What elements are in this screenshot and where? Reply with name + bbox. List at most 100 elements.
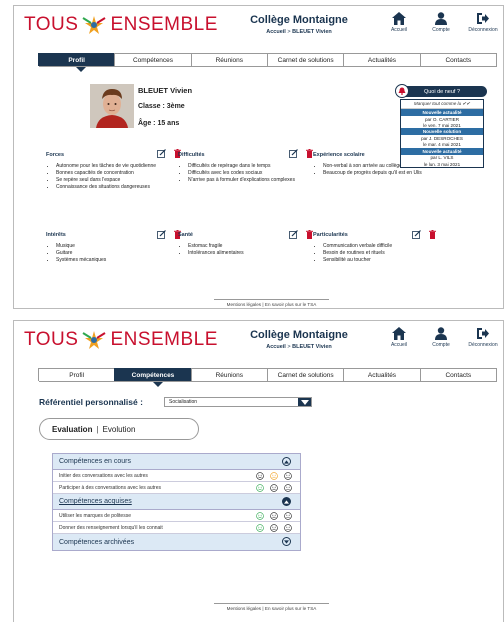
happy-face-icon[interactable] bbox=[256, 511, 264, 520]
edit-icon[interactable] bbox=[157, 149, 166, 158]
news-item-title[interactable]: Nouvelle solution bbox=[401, 128, 483, 136]
list-item: Estomac fragile bbox=[188, 243, 310, 250]
logout-icon bbox=[477, 13, 489, 24]
tab-contacts[interactable]: Contacts bbox=[419, 53, 497, 66]
edit-icon[interactable] bbox=[289, 149, 298, 158]
edit-icon[interactable] bbox=[289, 230, 298, 239]
tab-contacts[interactable]: Contacts bbox=[419, 368, 497, 381]
tab-carnet[interactable]: Carnet de solutions bbox=[266, 368, 345, 381]
list-item: Autonome pour les tâches de vie quotidie… bbox=[56, 163, 176, 170]
competence-label: Donner des renseignement lorsqu'il les c… bbox=[59, 524, 163, 531]
neutral-face-icon[interactable] bbox=[270, 483, 278, 492]
tab-competences[interactable]: Compétences bbox=[114, 53, 192, 66]
logout-button[interactable]: Déconnexion bbox=[467, 12, 499, 33]
bell-icon[interactable] bbox=[395, 84, 409, 98]
news-dropdown: Marquer tout comme lu ✔✔ Nouvelle actual… bbox=[400, 99, 484, 169]
evolution-toggle[interactable]: Evolution bbox=[103, 425, 136, 434]
list-item: Se repère seul dans l'espace bbox=[56, 177, 176, 184]
tab-reunions[interactable]: Réunions bbox=[190, 368, 268, 381]
edit-icon[interactable] bbox=[412, 230, 421, 239]
legal-link[interactable]: Mentions légales bbox=[227, 606, 261, 611]
trash-icon[interactable] bbox=[306, 149, 313, 158]
school-header: Collège Montaigne Accueil > BLEUET Vivie… bbox=[229, 14, 369, 35]
student-age: Âge : 15 ans bbox=[138, 120, 180, 127]
mark-all-read-link[interactable]: Marquer tout comme lu ✔✔ bbox=[401, 100, 483, 109]
referential-select[interactable]: Socialisation bbox=[164, 397, 312, 407]
tab-bar: Profil Compétences Réunions Carnet de so… bbox=[38, 368, 497, 382]
tsa-link[interactable]: En savoir plus sur le TSA bbox=[265, 302, 317, 307]
tab-actualites[interactable]: Actualités bbox=[343, 53, 421, 66]
home-icon bbox=[392, 12, 406, 25]
school-name: Collège Montaigne bbox=[250, 14, 348, 26]
tab-profil[interactable]: Profil bbox=[38, 368, 116, 381]
chevron-up-icon[interactable] bbox=[282, 497, 291, 506]
tab-profil[interactable]: Profil bbox=[38, 53, 116, 66]
sad-face-icon[interactable] bbox=[284, 483, 292, 492]
list-item: Sensibilité au toucher bbox=[323, 257, 431, 264]
group-header-archivees[interactable]: Compétences archivées bbox=[53, 534, 300, 550]
account-button[interactable]: Compte bbox=[425, 12, 457, 33]
whats-new-label: Quoi de neuf ? bbox=[423, 88, 461, 95]
logout-button[interactable]: Déconnexion bbox=[467, 327, 499, 348]
edit-icon[interactable] bbox=[157, 230, 166, 239]
student-class: Classe : 3ème bbox=[138, 103, 185, 110]
neutral-face-icon[interactable] bbox=[270, 471, 278, 480]
tab-carnet[interactable]: Carnet de solutions bbox=[266, 53, 345, 66]
tab-reunions[interactable]: Réunions bbox=[190, 53, 268, 66]
home-label: Accueil bbox=[390, 27, 408, 33]
school-name: Collège Montaigne bbox=[250, 329, 348, 341]
particularites-list: Communication verbale difficile Besoin d… bbox=[313, 243, 431, 264]
chevron-glyph-icon bbox=[300, 399, 309, 405]
news-item-title[interactable]: Nouvelle actualité bbox=[401, 109, 483, 116]
chevron-down-icon[interactable] bbox=[282, 537, 291, 546]
chevron-glyph-icon bbox=[284, 459, 289, 464]
list-item: Besoin de routines et rituels bbox=[323, 250, 431, 257]
rating-set bbox=[256, 523, 292, 532]
sad-face-icon[interactable] bbox=[284, 471, 292, 480]
forces-list: Autonome pour les tâches de vie quotidie… bbox=[46, 163, 176, 191]
happy-face-icon[interactable] bbox=[256, 471, 264, 480]
neutral-face-icon[interactable] bbox=[270, 523, 278, 532]
avatar bbox=[90, 84, 134, 128]
breadcrumb: Accueil > BLEUET Vivien bbox=[229, 29, 369, 35]
news-item-title[interactable]: Nouvelle actualité bbox=[401, 147, 483, 155]
active-tab-indicator bbox=[76, 67, 86, 72]
group-title: Compétences acquises bbox=[59, 498, 132, 505]
news-item-date: le lun. 3 mai 2021 bbox=[423, 161, 461, 167]
logo-mark-icon bbox=[82, 331, 106, 349]
list-item: Beaucoup de progrès depuis qu'il est en … bbox=[323, 170, 431, 177]
list-item: N'arrive pas à formuler d'explications c… bbox=[188, 177, 310, 184]
trash-icon[interactable] bbox=[306, 230, 313, 239]
evaluation-toggle[interactable]: Evaluation bbox=[52, 425, 92, 434]
group-header-acquises[interactable]: Compétences acquises bbox=[53, 494, 300, 510]
list-item: Communication verbale difficile bbox=[323, 243, 431, 250]
happy-face-icon[interactable] bbox=[256, 523, 264, 532]
sad-face-icon[interactable] bbox=[284, 511, 292, 520]
group-header-en-cours[interactable]: Compétences en cours bbox=[53, 454, 300, 470]
competence-row: Utiliser les marques de politesse bbox=[53, 510, 300, 522]
happy-face-icon[interactable] bbox=[256, 483, 264, 492]
school-header: Collège Montaigne Accueil > BLEUET Vivie… bbox=[229, 329, 369, 350]
group-title: Compétences archivées bbox=[59, 538, 135, 546]
home-button[interactable]: Accueil bbox=[383, 12, 415, 33]
footer-sep: | bbox=[262, 606, 264, 611]
chevron-down-icon[interactable] bbox=[298, 398, 311, 406]
competence-row: Initier des conversations avec les autre… bbox=[53, 470, 300, 482]
sad-face-icon[interactable] bbox=[284, 523, 292, 532]
list-item: Bonnes capacités de concentration bbox=[56, 170, 176, 177]
account-button[interactable]: Compte bbox=[425, 327, 457, 348]
chevron-up-icon[interactable] bbox=[282, 457, 291, 466]
home-label: Accueil bbox=[390, 342, 408, 348]
neutral-face-icon[interactable] bbox=[270, 511, 278, 520]
home-button[interactable]: Accueil bbox=[383, 327, 415, 348]
tab-actualites[interactable]: Actualités bbox=[343, 368, 421, 381]
legal-link[interactable]: Mentions légales bbox=[227, 302, 261, 307]
breadcrumb-home[interactable]: Accueil bbox=[266, 29, 286, 35]
top-nav: Accueil Compte Déconnexion bbox=[383, 12, 499, 33]
profile-panel: TOUS ENSEMBLE Collège Montaigne Accueil … bbox=[13, 5, 504, 309]
tab-competences[interactable]: Compétences bbox=[114, 368, 192, 381]
whats-new-button[interactable]: Quoi de neuf ? bbox=[397, 86, 487, 97]
trash-icon[interactable] bbox=[429, 230, 436, 239]
tsa-link[interactable]: En savoir plus sur le TSA bbox=[265, 606, 317, 611]
breadcrumb-home[interactable]: Accueil bbox=[266, 344, 286, 350]
